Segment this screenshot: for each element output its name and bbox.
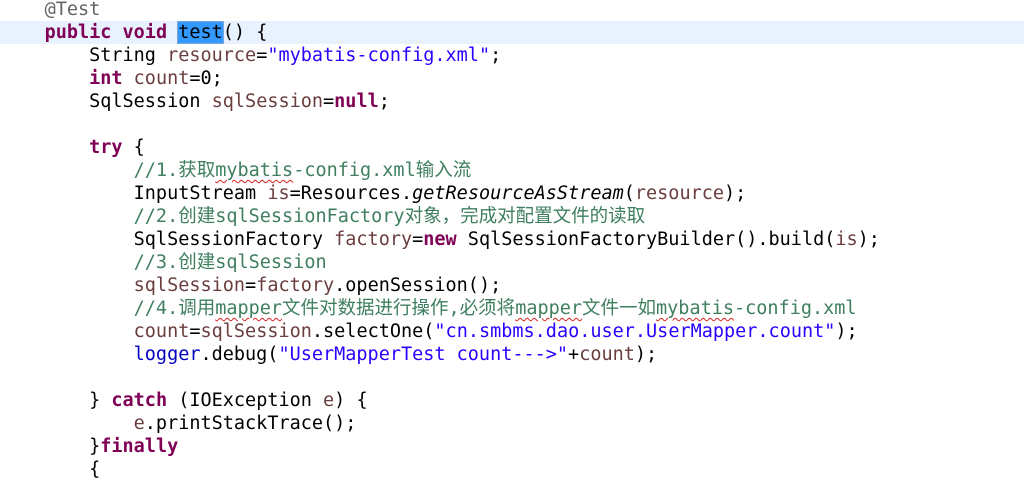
keyword-public: public	[44, 22, 112, 43]
code-line: //1.获取mybatis-config.xml输入流	[0, 159, 1024, 182]
local-var-sqlsession: sqlSession	[211, 91, 324, 112]
code-text: {	[89, 459, 101, 480]
operator: =	[256, 45, 268, 66]
code-line: } catch (IOException e) {	[0, 389, 1024, 412]
local-var-factory: factory	[334, 229, 413, 250]
code-text: (IOException	[167, 390, 324, 411]
code-line: e.printStackTrace();	[0, 412, 1024, 435]
code-text: );	[835, 321, 858, 342]
code-text: InputStream	[133, 183, 268, 204]
code-text: =Resources.	[289, 183, 413, 204]
comment-text: 文件一如	[582, 298, 657, 319]
code-line: //3.创建sqlSession	[0, 251, 1024, 274]
code-text: =	[189, 321, 201, 342]
code-text: .printStackTrace();	[144, 413, 357, 434]
code-text: SqlSessionFactoryBuilder().build(	[456, 229, 836, 250]
code-line: //4.调用mapper文件对数据进行操作,必须将mapper文件一如mybat…	[0, 297, 1024, 320]
code-text: =0;	[189, 68, 223, 89]
semicolon: ;	[378, 91, 390, 112]
comment-text: sqlSession	[215, 252, 327, 273]
code-text: );	[724, 183, 747, 204]
code-text: {	[122, 137, 145, 158]
keyword-catch: catch	[111, 390, 168, 411]
string-literal: "cn.smbms.dao.user.UserMapper.count"	[434, 321, 836, 342]
code-line-current: public void test() {	[0, 21, 1024, 44]
local-var-sqlsession: sqlSession	[133, 275, 246, 296]
code-line: }finally	[0, 435, 1024, 458]
comment-text: //2.创建	[133, 206, 216, 227]
keyword-int: int	[89, 68, 123, 89]
local-var-e: e	[323, 390, 335, 411]
comment: //2.创建sqlSessionFactory对象，完成对配置文件的读取	[134, 206, 645, 227]
code-text: SqlSessionFactory	[133, 229, 335, 250]
comment-text: //4.调用	[133, 298, 216, 319]
comment-spellcheck-word: mybatis	[215, 160, 294, 181]
annotation-test: @Test	[44, 0, 101, 20]
method-signature-punct: () {	[222, 22, 268, 43]
keyword-finally: finally	[100, 436, 179, 457]
comment: //3.创建sqlSession	[134, 252, 327, 273]
code-line: logger.debug("UserMapperTest count--->"+…	[0, 343, 1024, 366]
string-literal: "mybatis-config.xml"	[267, 45, 491, 66]
local-var-factory: factory	[256, 275, 335, 296]
code-line: String resource="mybatis-config.xml";	[0, 44, 1024, 67]
code-text: ) {	[334, 390, 368, 411]
code-editor[interactable]: @Test public void test() { String resour…	[0, 0, 1024, 480]
comment-spellcheck-word: mybatis	[656, 298, 734, 319]
operator: =	[323, 91, 335, 112]
comment-text: -config.xml	[734, 298, 857, 319]
comment-text: //1.获取	[133, 160, 216, 181]
keyword-void: void	[122, 22, 168, 43]
code-line: int count=0;	[0, 67, 1024, 90]
local-var-count: count	[133, 68, 190, 89]
code-text: );	[857, 229, 880, 250]
type-sqlsession: SqlSession	[89, 91, 201, 112]
comment-text: sqlSessionFactory	[215, 206, 405, 227]
comment-text: //3.创建	[133, 252, 216, 273]
code-line: //2.创建sqlSessionFactory对象，完成对配置文件的读取	[0, 205, 1024, 228]
type-string: String	[89, 45, 156, 66]
semicolon: ;	[490, 45, 502, 66]
code-line: {	[0, 458, 1024, 481]
code-line: try {	[0, 136, 1024, 159]
code-text: );	[634, 344, 658, 365]
code-line: sqlSession=factory.openSession();	[0, 274, 1024, 297]
code-line: count=sqlSession.selectOne("cn.smbms.dao…	[0, 320, 1024, 343]
comment-text: -config.xml输入流	[293, 160, 472, 181]
code-text: .debug(	[200, 344, 279, 365]
keyword-try: try	[89, 137, 123, 158]
code-text: .selectOne(	[311, 321, 435, 342]
string-literal: "UserMapperTest count--->"	[278, 344, 569, 365]
comment: //4.调用mapper文件对数据进行操作,必须将mapper文件一如mybat…	[134, 298, 857, 319]
local-var-sqlsession: sqlSession	[200, 321, 312, 342]
selected-method-name[interactable]: test	[177, 21, 224, 44]
field-logger: logger	[133, 344, 201, 365]
static-method-call: getResourceAsStream	[412, 183, 624, 204]
local-var-count: count	[133, 321, 190, 342]
code-text: .openSession();	[334, 275, 502, 296]
keyword-null: null	[334, 91, 379, 112]
code-line: SqlSessionFactory factory=new SqlSession…	[0, 228, 1024, 251]
code-text: }	[89, 436, 101, 457]
comment-spellcheck-word: mapper	[515, 298, 583, 319]
keyword-new: new	[423, 229, 457, 250]
local-var-count: count	[579, 344, 635, 365]
local-var-is: is	[267, 183, 290, 204]
code-line: @Test	[0, 0, 1024, 21]
code-text: =	[245, 275, 257, 296]
code-line: SqlSession sqlSession=null;	[0, 90, 1024, 113]
comment-text: 对象，完成对配置文件的读取	[404, 206, 646, 227]
code-line: InputStream is=Resources.getResourceAsSt…	[0, 182, 1024, 205]
code-text: (	[623, 183, 635, 204]
comment-text: 文件对数据进行操作,必须将	[282, 298, 516, 319]
local-var-e: e	[133, 413, 145, 434]
local-var-is: is	[835, 229, 858, 250]
code-text: =	[412, 229, 424, 250]
local-var-resource: resource	[167, 45, 257, 66]
code-text: }	[89, 390, 112, 411]
code-text: +	[568, 344, 580, 365]
local-var-resource: resource	[634, 183, 724, 204]
comment: //1.获取mybatis-config.xml输入流	[134, 160, 472, 181]
comment-spellcheck-word: mapper	[215, 298, 283, 319]
